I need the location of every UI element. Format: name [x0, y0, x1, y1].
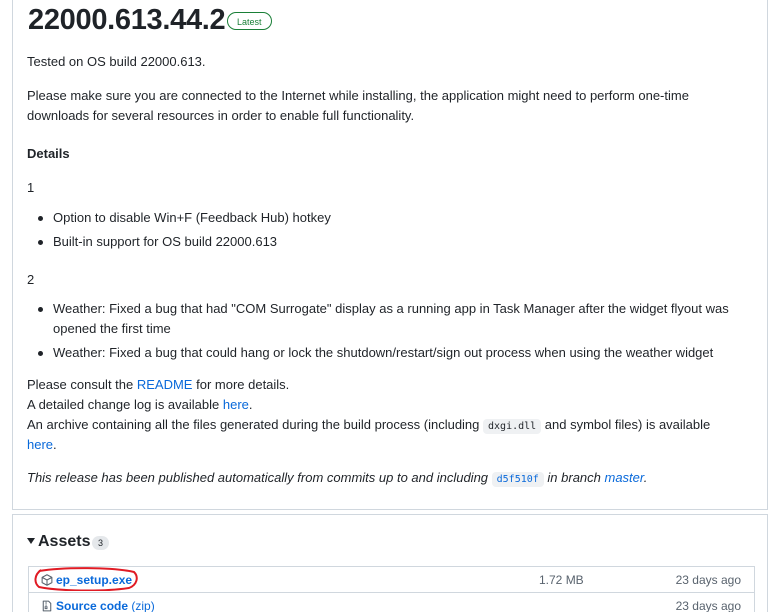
- archive-end: .: [53, 437, 57, 452]
- published-text: This release has been published automati…: [27, 468, 647, 490]
- bullet-marker: [38, 307, 43, 312]
- archive-prefix: An archive containing all the files gene…: [27, 417, 484, 432]
- consult-suffix: for more details.: [192, 377, 290, 392]
- assets-count-badge: 3: [92, 536, 109, 550]
- readme-link[interactable]: README: [137, 377, 193, 392]
- bullet-marker: [38, 216, 43, 221]
- notice-text-line2: downloads for several resources in order…: [27, 108, 415, 123]
- asset-row-source-zip: Source code (zip) 23 days ago: [28, 592, 755, 612]
- section1-heading: 1: [27, 180, 35, 195]
- published-middle: in branch: [543, 470, 605, 485]
- asset-link-source-zip[interactable]: Source code (zip): [41, 598, 155, 612]
- section2-item-line1: Weather: Fixed a bug that could hang or …: [53, 345, 714, 360]
- bullet-marker: [38, 351, 43, 356]
- archive-suffix: and symbol files) is available: [541, 417, 711, 432]
- details-heading: Details: [27, 146, 70, 161]
- section2-item-line1: Weather: Fixed a bug that had "COM Surro…: [53, 301, 729, 316]
- archive-link-line: here.: [27, 435, 57, 455]
- section1-item: Built-in support for OS build 22000.613: [53, 234, 278, 249]
- archive-text: An archive containing all the files gene…: [27, 415, 710, 437]
- asset-size: 1.72 MB: [539, 573, 584, 587]
- caret-down-icon: [27, 538, 35, 544]
- tested-text: Tested on OS build 22000.613.: [27, 54, 206, 69]
- release-page: 22000.613.44.2 Latest Tested on OS build…: [0, 0, 773, 612]
- release-title[interactable]: 22000.613.44.2: [28, 0, 226, 40]
- published-end: .: [643, 470, 648, 485]
- file-zip-icon: [42, 600, 52, 612]
- branch-link[interactable]: master: [605, 470, 644, 485]
- bullet-marker: [38, 240, 43, 245]
- section2-heading: 2: [27, 272, 35, 287]
- published-prefix: This release has been published automati…: [27, 470, 492, 485]
- changelog-prefix: A detailed change log is available: [27, 397, 223, 412]
- latest-badge: Latest: [227, 12, 272, 30]
- assets-toggle[interactable]: Assets: [27, 532, 90, 552]
- assets-heading: Assets: [38, 533, 91, 550]
- notice-text-line1: Please make sure you are connected to th…: [27, 88, 689, 103]
- asset-date: 23 days ago: [675, 573, 741, 587]
- changelog-suffix: .: [248, 397, 253, 412]
- dll-code: dxgi.dll: [483, 419, 542, 434]
- commit-link[interactable]: d5f510f: [491, 472, 544, 487]
- consult-text: Please consult the README for more detai…: [27, 375, 289, 395]
- archive-link[interactable]: here: [27, 437, 53, 452]
- consult-prefix: Please consult the: [27, 377, 137, 392]
- asset-name-label: Source code: [56, 599, 129, 612]
- changelog-text: A detailed change log is available here.: [27, 395, 253, 415]
- asset-zip-label: (zip): [131, 599, 155, 612]
- section1-item: Option to disable Win+F (Feedback Hub) h…: [53, 210, 331, 225]
- changelog-link[interactable]: here: [223, 397, 249, 412]
- asset-date: 23 days ago: [675, 599, 741, 612]
- section2-item-line2: opened the first time: [53, 321, 171, 336]
- annotation-circle: [34, 567, 138, 591]
